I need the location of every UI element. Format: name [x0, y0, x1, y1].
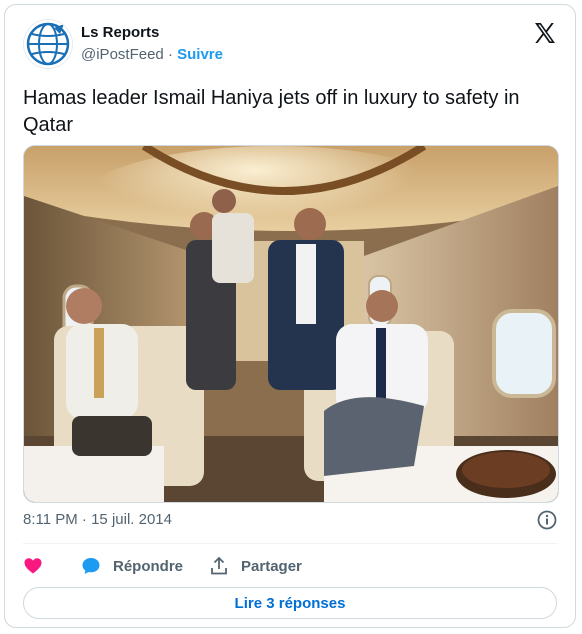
share-button[interactable]: Partager [209, 556, 302, 576]
tweet-timestamp-row: 8:11 PM · 15 juil. 2014 [23, 509, 557, 531]
tweet-header: Ls Reports @iPostFeed · Suivre [23, 19, 557, 71]
display-name[interactable]: Ls Reports [81, 23, 223, 43]
follow-button[interactable]: Suivre [177, 46, 223, 63]
read-replies-button[interactable]: Lire 3 réponses [23, 587, 557, 619]
heart-icon [24, 558, 42, 574]
like-button[interactable] [23, 556, 55, 576]
reply-button[interactable]: Répondre [81, 556, 183, 576]
globe-logo-icon [26, 22, 70, 66]
handle-row: @iPostFeed · Suivre [81, 45, 223, 65]
tweet-text: Hamas leader Ismail Haniya jets off in l… [23, 87, 520, 136]
separator-dot: · [81, 511, 87, 528]
tweet-photo[interactable] [23, 145, 559, 503]
reply-label: Répondre [113, 557, 184, 575]
divider [23, 543, 557, 544]
tweet-date[interactable]: 15 juil. 2014 [91, 511, 172, 528]
tweet-time[interactable]: 8:11 PM [23, 511, 78, 528]
share-arrow-icon [211, 556, 227, 575]
jet-cabin-photo [24, 146, 558, 502]
info-icon[interactable] [537, 510, 557, 530]
share-label: Partager [241, 557, 302, 575]
avatar[interactable] [23, 19, 73, 69]
tweet-card: Ls Reports @iPostFeed · Suivre Hamas lea… [4, 4, 576, 628]
speech-bubble-icon [82, 558, 100, 574]
tweet-actions: Répondre Partager [23, 553, 328, 579]
account-handle[interactable]: @iPostFeed [81, 46, 164, 63]
account-names: Ls Reports @iPostFeed · Suivre [81, 23, 223, 65]
separator-dot: · [167, 46, 173, 63]
x-logo-icon[interactable] [533, 21, 557, 45]
